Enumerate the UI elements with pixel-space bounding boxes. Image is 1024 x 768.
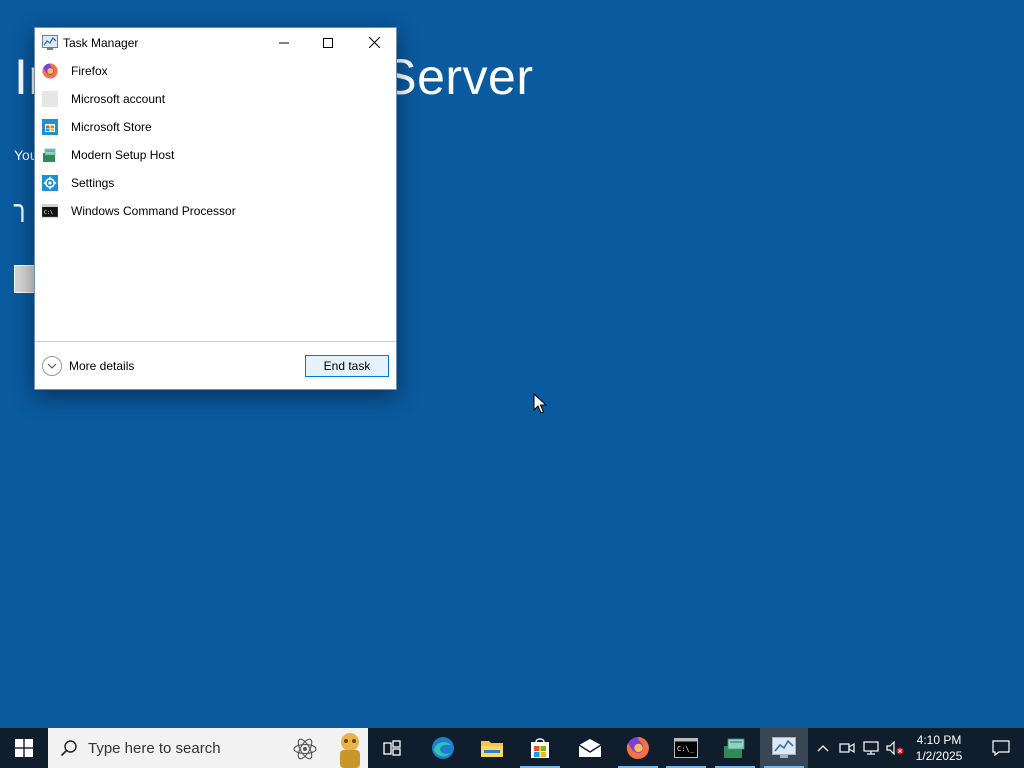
taskbar-file-explorer[interactable] (468, 728, 516, 768)
close-button[interactable] (351, 28, 397, 57)
loading-spinner-icon: ╮ (14, 190, 31, 221)
camera-icon (839, 742, 855, 754)
network-icon (863, 741, 879, 755)
tray-network[interactable] (859, 728, 883, 768)
taskbar: Type here to search C:\_ 4:10 PM 1/2/202… (0, 728, 1024, 768)
taskbar-microsoft-store[interactable] (516, 728, 564, 768)
process-label: Microsoft account (71, 92, 166, 106)
windows-logo-icon (15, 739, 33, 757)
svg-text:C:\_: C:\_ (677, 745, 695, 753)
cmd-icon: C:\_ (674, 738, 698, 758)
taskbar-firefox[interactable] (614, 728, 662, 768)
task-view-icon (383, 740, 401, 756)
taskbar-task-manager[interactable] (760, 728, 808, 768)
clock-time: 4:10 PM (916, 733, 962, 747)
task-view-button[interactable] (368, 728, 416, 768)
process-label: Windows Command Processor (71, 204, 236, 218)
process-row-command-processor[interactable]: C:\ Windows Command Processor (35, 197, 396, 225)
process-label: Microsoft Store (71, 120, 152, 134)
mail-icon (578, 739, 602, 757)
microsoft-store-icon (42, 119, 58, 135)
tray-volume[interactable] (883, 728, 907, 768)
close-icon (368, 37, 380, 48)
process-row-microsoft-account[interactable]: Microsoft account (35, 85, 396, 113)
start-button[interactable] (0, 728, 48, 768)
store-bag-icon (531, 738, 549, 758)
show-hidden-icons-button[interactable] (811, 728, 835, 768)
footer-divider (35, 341, 396, 342)
scientist-illustration-icon (340, 733, 360, 768)
taskbar-setup-host[interactable] (711, 728, 759, 768)
process-label: Firefox (71, 64, 108, 78)
setup-host-icon (724, 738, 745, 758)
taskbar-mail[interactable] (566, 728, 614, 768)
title-bar[interactable]: Task Manager (35, 28, 396, 57)
taskbar-search-box[interactable]: Type here to search (48, 728, 368, 768)
process-list: Firefox Microsoft account Microsoft Stor… (35, 57, 396, 225)
task-manager-icon (772, 737, 796, 758)
firefox-icon (42, 63, 58, 79)
setup-host-icon (42, 147, 58, 163)
settings-gear-icon (42, 175, 58, 191)
more-details-label: More details (69, 359, 135, 373)
firefox-icon (626, 737, 649, 759)
process-row-settings[interactable]: Settings (35, 169, 396, 197)
taskbar-clock[interactable]: 4:10 PM 1/2/2025 (908, 732, 970, 764)
taskbar-edge[interactable] (419, 728, 467, 768)
mouse-pointer-icon (533, 393, 547, 414)
process-label: Modern Setup Host (71, 148, 175, 162)
atom-icon (293, 738, 317, 760)
maximize-icon (323, 37, 333, 48)
minimize-icon (279, 42, 289, 43)
taskbar-command-prompt[interactable]: C:\_ (662, 728, 710, 768)
process-row-microsoft-store[interactable]: Microsoft Store (35, 113, 396, 141)
cmd-icon: C:\ (42, 203, 58, 219)
clock-date: 1/2/2025 (915, 749, 963, 763)
chevron-down-icon (42, 356, 62, 376)
more-details-link[interactable]: More details (42, 356, 134, 376)
end-task-button[interactable]: End task (305, 355, 389, 377)
process-label: Settings (71, 176, 115, 190)
maximize-button[interactable] (305, 28, 351, 57)
search-icon (60, 740, 77, 757)
action-center-button[interactable] (978, 728, 1024, 768)
task-manager-window: Task Manager Firefox Microsoft account M… (34, 27, 397, 390)
volume-muted-icon (886, 741, 904, 755)
notification-icon (992, 740, 1010, 756)
window-title: Task Manager (63, 36, 139, 50)
process-row-modern-setup-host[interactable]: Modern Setup Host (35, 141, 396, 169)
search-placeholder: Type here to search (88, 740, 221, 757)
svg-text:C:\: C:\ (44, 210, 53, 216)
tray-meet-now[interactable] (835, 728, 859, 768)
minimize-button[interactable] (261, 28, 307, 57)
microsoft-account-icon (42, 91, 58, 107)
process-row-firefox[interactable]: Firefox (35, 57, 396, 85)
chevron-up-icon (817, 745, 829, 752)
edge-icon (432, 737, 454, 759)
task-manager-icon (42, 35, 58, 50)
folder-icon (481, 741, 503, 757)
